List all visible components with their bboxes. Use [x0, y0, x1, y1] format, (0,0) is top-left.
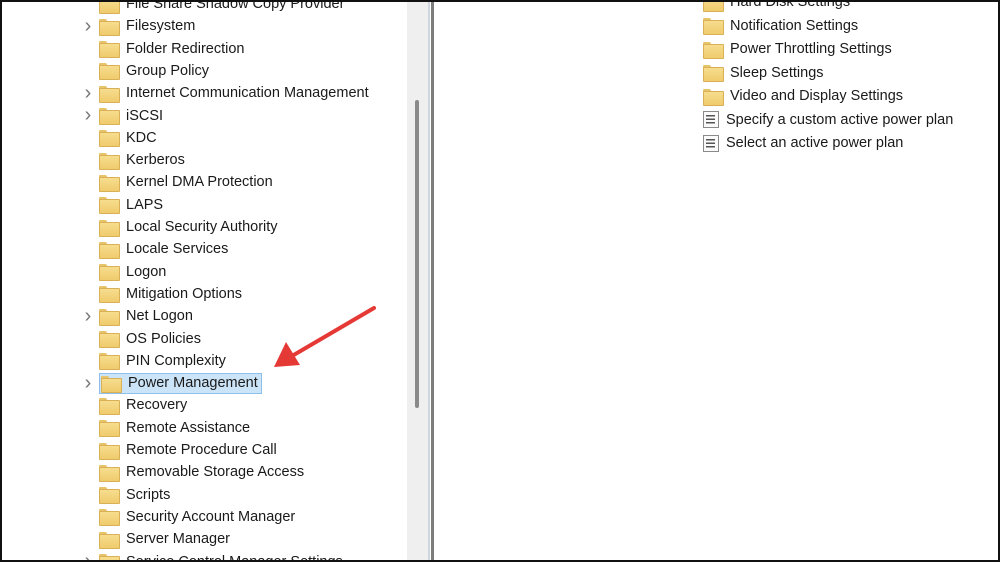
arrow-shaft	[290, 306, 376, 358]
annotation-arrow	[274, 306, 376, 367]
